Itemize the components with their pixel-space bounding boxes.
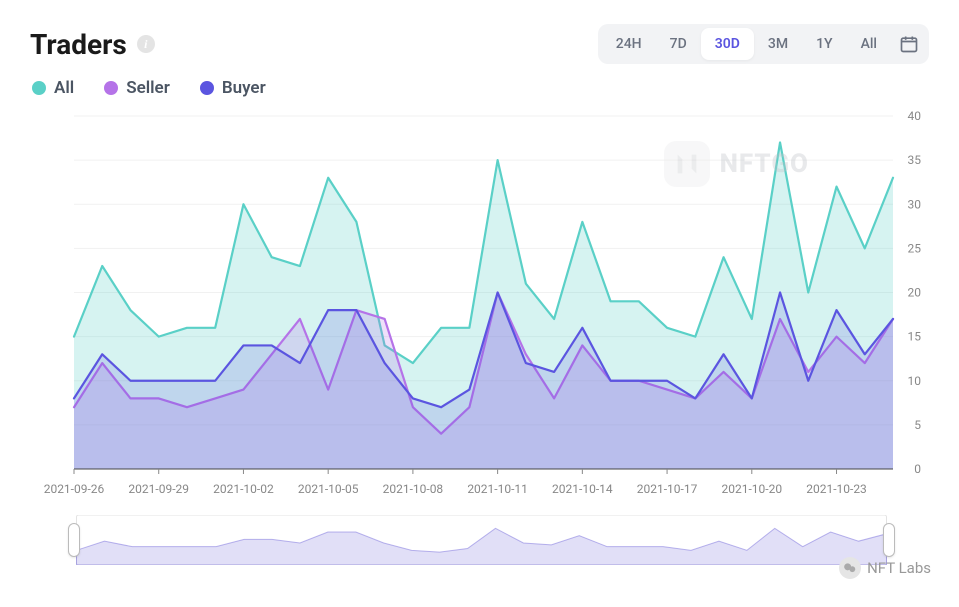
svg-text:2021-10-23: 2021-10-23 <box>806 482 867 496</box>
info-icon[interactable]: i <box>137 35 155 53</box>
footer-badge: NFT Labs <box>839 557 931 579</box>
svg-text:2021-10-08: 2021-10-08 <box>383 482 444 496</box>
range-30d[interactable]: 30D <box>701 28 754 60</box>
svg-text:2021-10-05: 2021-10-05 <box>298 482 359 496</box>
legend-label-all: All <box>54 78 74 98</box>
range-24h[interactable]: 24H <box>602 28 656 60</box>
range-1y[interactable]: 1Y <box>802 28 847 60</box>
brush-mini-chart <box>74 515 889 565</box>
legend-label-seller: Seller <box>126 78 170 98</box>
legend-item-seller[interactable]: Seller <box>104 78 170 98</box>
chart-card: Traders i 24H7D30D3M1YAll AllSellerBuyer… <box>0 0 959 607</box>
svg-text:2021-10-20: 2021-10-20 <box>721 482 782 496</box>
title-wrap: Traders i <box>30 28 155 61</box>
svg-text:2021-09-29: 2021-09-29 <box>128 482 189 496</box>
svg-text:10: 10 <box>908 374 922 388</box>
header: Traders i 24H7D30D3M1YAll <box>30 24 929 64</box>
svg-text:25: 25 <box>908 241 922 255</box>
svg-text:2021-10-02: 2021-10-02 <box>213 482 274 496</box>
svg-text:40: 40 <box>908 109 922 123</box>
range-3m[interactable]: 3M <box>754 28 802 60</box>
svg-text:2021-10-17: 2021-10-17 <box>637 482 698 496</box>
time-range-selector: 24H7D30D3M1YAll <box>598 24 929 64</box>
svg-text:2021-09-26: 2021-09-26 <box>44 482 105 496</box>
svg-text:2021-10-11: 2021-10-11 <box>467 482 528 496</box>
footer-badge-label: NFT Labs <box>867 559 931 577</box>
range-brush[interactable] <box>74 515 889 565</box>
legend-dot-seller <box>104 81 118 95</box>
svg-text:0: 0 <box>914 462 921 476</box>
legend-item-all[interactable]: All <box>32 78 74 98</box>
svg-text:30: 30 <box>908 197 922 211</box>
legend-dot-all <box>32 81 46 95</box>
legend-label-buyer: Buyer <box>222 78 266 98</box>
wechat-icon <box>839 557 861 579</box>
legend-item-buyer[interactable]: Buyer <box>200 78 266 98</box>
page-title: Traders <box>30 28 127 61</box>
line-chart: 0 5 10 15 20 25 30 35 40 2021-09-26 2021-09-29 2021… <box>30 106 929 501</box>
svg-text:5: 5 <box>914 418 921 432</box>
svg-text:15: 15 <box>908 330 922 344</box>
calendar-icon[interactable] <box>899 34 919 54</box>
svg-text:2021-10-14: 2021-10-14 <box>552 482 613 496</box>
legend-dot-buyer <box>200 81 214 95</box>
brush-handle-left[interactable] <box>68 523 80 557</box>
range-7d[interactable]: 7D <box>656 28 701 60</box>
svg-text:35: 35 <box>908 153 922 167</box>
chart-area: 0 5 10 15 20 25 30 35 40 2021-09-26 2021-09-29 2021… <box>30 106 929 501</box>
legend: All Seller Buyer <box>30 78 929 98</box>
range-all[interactable]: All <box>847 28 891 60</box>
svg-text:20: 20 <box>908 286 922 300</box>
brush-handle-right[interactable] <box>883 523 895 557</box>
